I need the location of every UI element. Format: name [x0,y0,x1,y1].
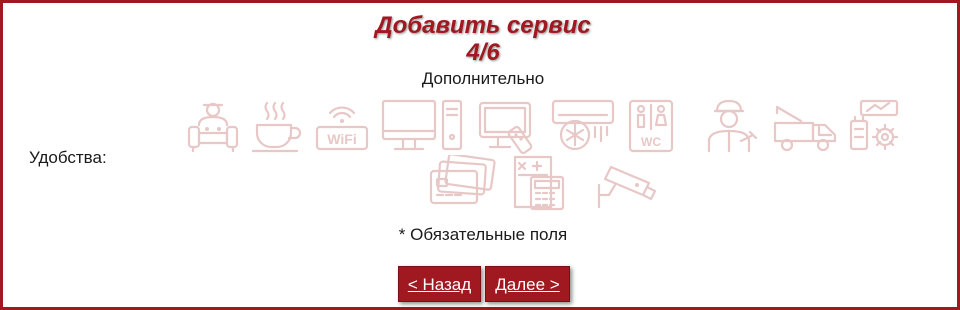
coffee-cup-icon[interactable] [249,99,305,155]
svg-text:WiFi: WiFi [327,131,356,147]
auto-parts-icon[interactable] [847,99,903,155]
desktop-computer-icon[interactable] [381,99,465,155]
wc-icon[interactable]: WC [626,99,682,155]
amenities-label: Удобства: [29,148,107,167]
calculator-receipt-icon[interactable] [511,155,567,211]
next-button[interactable]: Далее > [485,266,570,302]
wifi-icon[interactable]: WiFi [314,99,370,155]
required-fields-note: * Обязательные поля [398,225,568,244]
step-indicator: 4/6 [466,39,500,66]
page-title: Добавить сервис [375,12,591,39]
tow-truck-icon[interactable] [773,99,839,155]
tv-remote-icon[interactable] [478,99,534,155]
back-button[interactable]: < Назад [398,266,481,302]
svg-text:WC: WC [641,135,661,149]
air-conditioner-icon[interactable] [551,99,615,155]
mechanic-icon[interactable] [703,99,759,155]
payment-cards-icon[interactable] [429,155,497,211]
section-title: Дополнительно [421,69,545,88]
sofa-waiting-icon[interactable] [185,99,241,155]
form-panel: Добавить сервис 4/6 Дополнительно Удобст… [0,0,960,310]
security-camera-icon[interactable] [595,155,657,211]
